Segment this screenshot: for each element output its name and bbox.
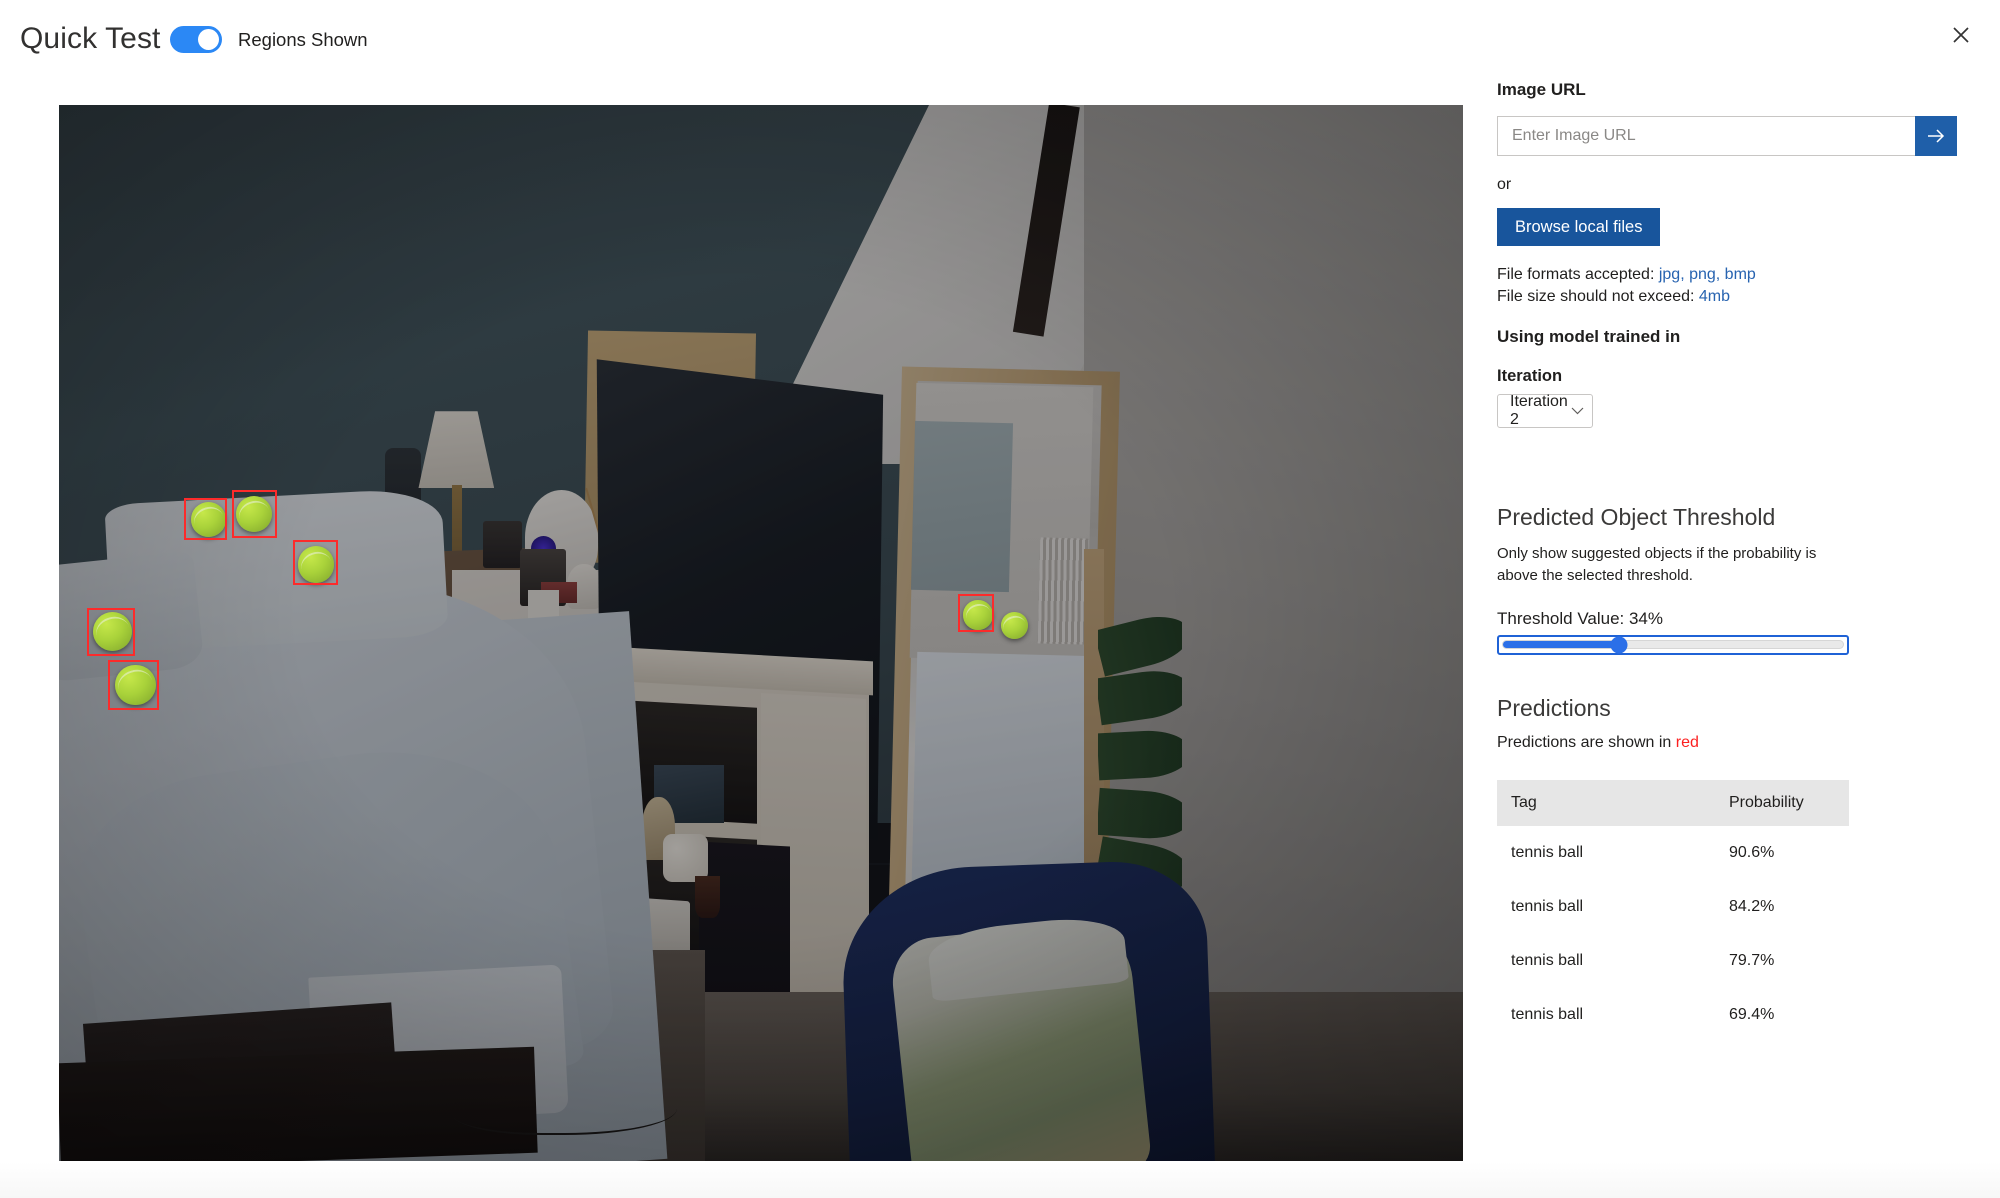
predictions-note: Predictions are shown in red xyxy=(1497,734,1957,752)
predictions-note-prefix: Predictions are shown in xyxy=(1497,733,1676,751)
quick-test-page: Quick Test Regions Shown Image URL Enter… xyxy=(0,0,2000,1198)
table-row: tennis ball 84.2% xyxy=(1497,880,1849,934)
submit-url-button[interactable] xyxy=(1915,116,1957,156)
slider-track xyxy=(1502,636,1844,654)
cell-probability: 84.2% xyxy=(1729,897,1775,915)
prediction-bounding-box[interactable] xyxy=(231,490,277,538)
slider-fill xyxy=(1503,641,1619,649)
prediction-bounding-box[interactable] xyxy=(183,497,228,541)
close-button[interactable] xyxy=(1938,12,1984,58)
test-image-viewer[interactable] xyxy=(59,105,1463,1161)
image-url-label: Image URL xyxy=(1497,80,1586,99)
cell-probability: 79.7% xyxy=(1729,951,1775,969)
toggle-knob xyxy=(198,29,219,50)
table-row: tennis ball 79.7% xyxy=(1497,934,1849,988)
predictions-note-color-word: red xyxy=(1675,733,1699,751)
file-formats-line: File formats accepted: jpg, png, bmp xyxy=(1497,264,1957,286)
predictions-section-title: Predictions xyxy=(1497,694,1611,721)
using-model-label: Using model trained in xyxy=(1497,327,1681,347)
file-formats-value[interactable]: jpg, png, bmp xyxy=(1659,266,1756,283)
prediction-bounding-box[interactable] xyxy=(87,607,135,657)
slider-thumb[interactable] xyxy=(1610,636,1628,654)
cell-tag: tennis ball xyxy=(1511,843,1584,861)
close-icon xyxy=(1953,27,1969,43)
file-size-prefix: File size should not exceed: xyxy=(1497,287,1699,305)
threshold-value-label: Threshold Value: 34% xyxy=(1497,608,1664,628)
cell-tag: tennis ball xyxy=(1511,897,1584,915)
file-formats-prefix: File formats accepted: xyxy=(1497,266,1659,283)
tennis-ball xyxy=(1001,611,1028,639)
or-separator: or xyxy=(1497,176,1512,193)
threshold-section-title: Predicted Object Threshold xyxy=(1497,504,1776,531)
page-header: Quick Test Regions Shown xyxy=(0,0,2000,86)
regions-shown-label: Regions Shown xyxy=(238,28,368,50)
prediction-bounding-box[interactable] xyxy=(108,660,159,711)
column-header-probability: Probability xyxy=(1729,779,1849,826)
file-size-value[interactable]: 4mb xyxy=(1699,288,1730,305)
table-row: tennis ball 69.4% xyxy=(1497,988,1849,1042)
bedroom-photo xyxy=(59,105,1463,1161)
browse-local-files-button[interactable]: Browse local files xyxy=(1497,208,1661,246)
iteration-label: Iteration xyxy=(1497,367,1563,386)
regions-shown-toggle[interactable] xyxy=(170,26,222,53)
iteration-selected-value: Iteration 2 xyxy=(1510,393,1568,429)
threshold-description: Only show suggested objects if the proba… xyxy=(1497,545,1817,584)
file-size-line: File size should not exceed: 4mb xyxy=(1497,286,1957,308)
prediction-bounding-box[interactable] xyxy=(957,593,995,632)
image-url-row xyxy=(1497,116,1957,156)
table-row: tennis ball 90.6% xyxy=(1497,826,1849,880)
bottom-bar xyxy=(0,1162,2000,1198)
cell-probability: 69.4% xyxy=(1729,1005,1775,1023)
arrow-right-icon xyxy=(1928,129,1945,143)
prediction-bounding-box[interactable] xyxy=(293,540,339,586)
regions-toggle-group: Regions Shown xyxy=(170,26,368,53)
column-header-tag: Tag xyxy=(1497,779,1729,826)
chevron-down-icon xyxy=(1571,404,1584,418)
cell-tag: tennis ball xyxy=(1511,951,1584,969)
page-title: Quick Test xyxy=(20,22,161,55)
cell-probability: 90.6% xyxy=(1729,843,1775,861)
image-url-input[interactable] xyxy=(1497,116,1915,156)
config-panel: Image URL or Browse local files File for… xyxy=(1497,80,1957,1042)
table-header-row: Tag Probability xyxy=(1497,779,1849,826)
iteration-select[interactable]: Iteration 2 xyxy=(1497,393,1593,429)
predictions-table: Tag Probability tennis ball 90.6% tennis b… xyxy=(1497,779,1849,1042)
file-info: File formats accepted: jpg, png, bmp Fil… xyxy=(1497,264,1957,307)
threshold-slider[interactable] xyxy=(1497,634,1849,655)
predictions-table-body: tennis ball 90.6% tennis ball 84.2% tennis b… xyxy=(1497,826,1849,1042)
cell-tag: tennis ball xyxy=(1511,1005,1584,1023)
detection-overlay xyxy=(59,105,1463,1161)
